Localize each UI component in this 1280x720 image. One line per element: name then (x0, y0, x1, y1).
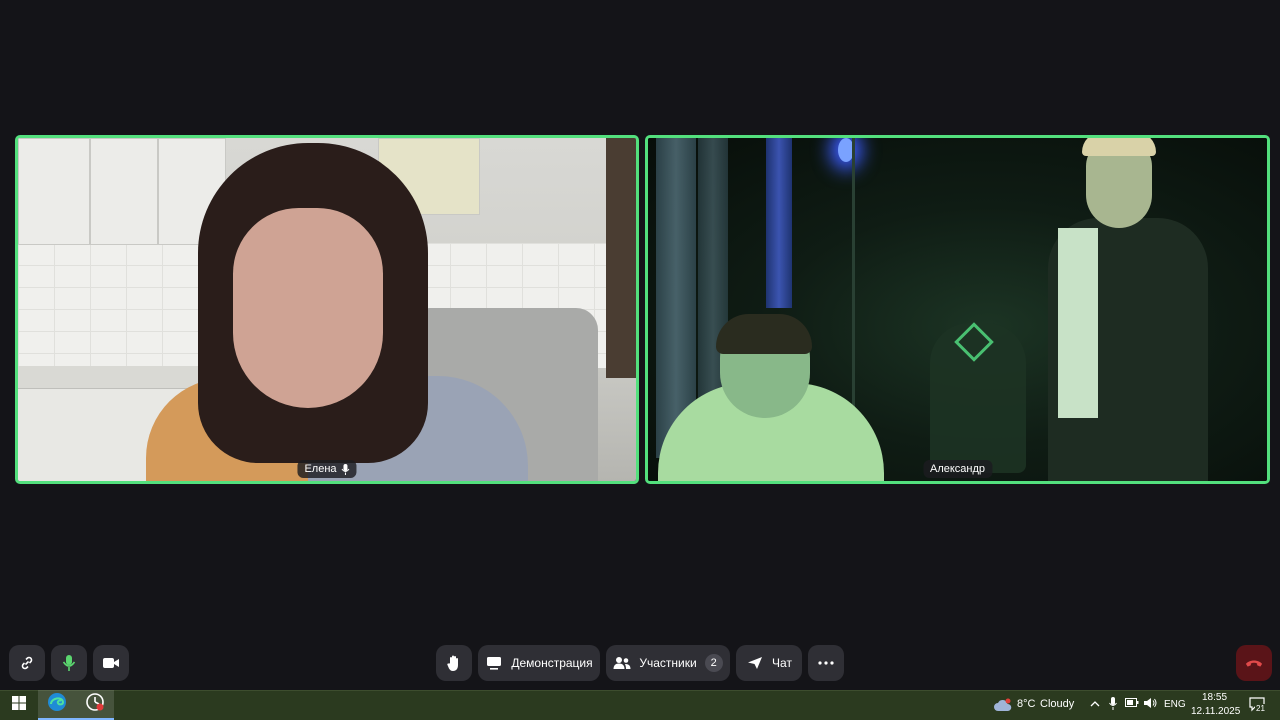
taskbar-divider (0, 690, 1280, 691)
curtain (766, 138, 792, 308)
copy-link-button[interactable] (9, 645, 45, 681)
participants-count-badge: 2 (704, 654, 723, 672)
weather-condition[interactable]: Cloudy (1040, 698, 1074, 710)
person-cap (1082, 138, 1156, 156)
participant-video (648, 138, 1267, 481)
language-indicator[interactable]: ENG (1164, 699, 1186, 710)
person-hair (716, 314, 812, 354)
participant-tile-elena[interactable]: Елена (15, 135, 639, 484)
participant-video (18, 138, 636, 481)
phone-hangup-icon (1245, 654, 1263, 672)
hang-up-button[interactable] (1236, 645, 1272, 681)
microphone-icon (60, 654, 78, 672)
person-face (233, 208, 383, 408)
chat-label: Чат (772, 656, 792, 670)
cloud-icon (993, 698, 1013, 717)
windows-start-icon (12, 695, 26, 715)
battery-icon[interactable] (1125, 698, 1139, 711)
taskbar: 8°C Cloudy ENG 18:55 12.11.2025 21 (0, 690, 1280, 720)
participant-name: Александр (929, 463, 986, 475)
participant-tile-aleksandr[interactable]: Александр (645, 135, 1270, 484)
clock-time[interactable]: 18:55 (1202, 692, 1227, 703)
microphone-icon[interactable] (1109, 697, 1117, 713)
camera-toggle-button[interactable] (93, 645, 129, 681)
screen-share-button[interactable]: Демонстрация (478, 645, 600, 681)
participant-name: Елена (304, 463, 337, 475)
participant-name-tag: Елена (297, 460, 357, 478)
video-call-window: Елена Александр Демонстрация Участники 2… (3, 0, 1278, 690)
screen-share-icon (485, 654, 503, 672)
participants-button[interactable]: Участники 2 (606, 645, 730, 681)
chevron-up-icon[interactable] (1090, 697, 1100, 711)
kitchen-cabinet (90, 138, 158, 245)
notification-count: 21 (1255, 704, 1266, 713)
chat-button[interactable]: Чат (736, 645, 802, 681)
send-icon (746, 654, 764, 672)
raise-hand-icon (445, 654, 463, 672)
windows-start-button[interactable] (0, 690, 38, 720)
kitchen-counter (18, 366, 218, 388)
doorway (606, 138, 636, 378)
screen-share-label: Демонстрация (511, 656, 593, 670)
microphone-icon (341, 463, 350, 475)
participants-label: Участники (639, 656, 697, 670)
weather-temperature[interactable]: 8°C (1017, 698, 1035, 710)
participants-icon (613, 654, 631, 672)
microphone-toggle-button[interactable] (51, 645, 87, 681)
speaker-icon[interactable] (1143, 697, 1157, 712)
app-icon (85, 692, 105, 717)
clock-date[interactable]: 12.11.2025 (1191, 706, 1240, 717)
raise-hand-button[interactable] (436, 645, 472, 681)
person-shirt (1058, 228, 1098, 418)
kitchen-cabinet (18, 138, 90, 245)
camera-icon (102, 654, 120, 672)
edge-icon (47, 692, 67, 717)
participant-name-tag: Александр (922, 460, 993, 478)
more-icon (817, 654, 835, 672)
more-options-button[interactable] (808, 645, 844, 681)
link-icon (18, 654, 36, 672)
taskbar-app-edge[interactable] (38, 690, 76, 720)
taskbar-app-meeting[interactable] (76, 690, 114, 720)
